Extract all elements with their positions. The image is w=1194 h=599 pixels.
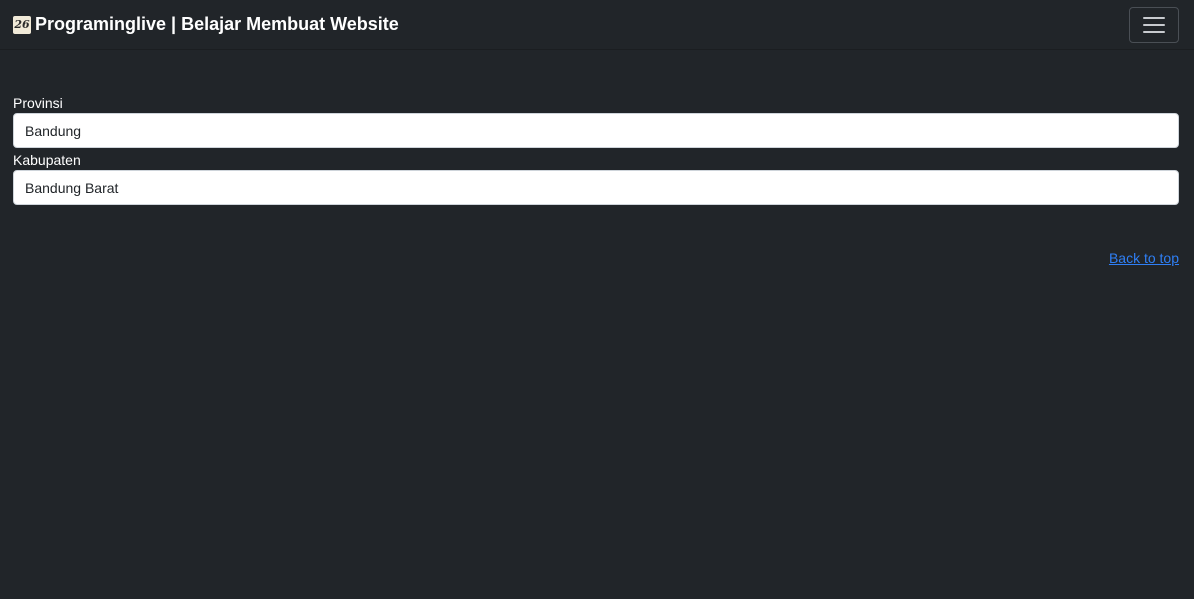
provinsi-select[interactable]: Bandung: [13, 113, 1179, 148]
hamburger-icon: [1143, 16, 1165, 33]
kabupaten-select[interactable]: Bandung Barat: [13, 170, 1179, 205]
provinsi-label: Provinsi: [13, 95, 63, 111]
navbar-toggle-button[interactable]: [1129, 6, 1179, 43]
provinsi-value: Bandung: [25, 122, 82, 139]
main-content: Provinsi Bandung Kabupaten Bandung Barat: [13, 94, 1179, 205]
hamburger-line: [1143, 23, 1165, 26]
hamburger-line: [1143, 16, 1165, 19]
brand-title: Programinglive | Belajar Membuat Website: [35, 14, 399, 34]
kabupaten-group: Kabupaten Bandung Barat: [13, 151, 1179, 205]
provinsi-group: Provinsi Bandung: [13, 94, 1179, 148]
navbar: 26 Programinglive | Belajar Membuat Webs…: [0, 0, 1194, 50]
back-to-top-link[interactable]: Back to top: [1109, 250, 1179, 266]
kabupaten-value: Bandung Barat: [25, 179, 119, 196]
brand-link[interactable]: 26 Programinglive | Belajar Membuat Webs…: [13, 14, 399, 35]
kabupaten-label: Kabupaten: [13, 152, 81, 168]
brand-logo-icon: 26: [13, 15, 31, 34]
hamburger-line: [1143, 30, 1165, 33]
brand-logo-text: 26: [14, 18, 30, 31]
